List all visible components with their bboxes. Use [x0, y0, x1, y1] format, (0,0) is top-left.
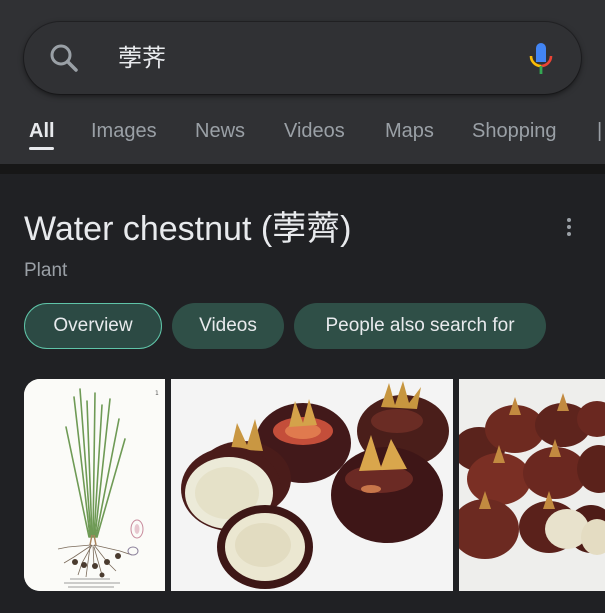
knowledge-panel-subtitle: Plant	[24, 260, 68, 281]
tab-maps[interactable]: Maps	[385, 118, 434, 144]
water-chestnut-halves-image[interactable]	[171, 379, 453, 591]
active-tab-indicator	[29, 147, 54, 150]
header-divider	[0, 164, 605, 174]
more-options-icon[interactable]	[560, 212, 578, 242]
chip-overview[interactable]: Overview	[24, 303, 162, 349]
chip-people-also-search-for[interactable]: People also search for	[294, 303, 546, 349]
image-carousel[interactable]: 1	[24, 379, 605, 591]
search-header: All Images News Videos Maps Shopping |	[0, 0, 605, 164]
tab-overflow-edge: |	[597, 120, 603, 142]
svg-text:1: 1	[155, 390, 159, 397]
tab-all[interactable]: All	[29, 118, 55, 144]
tab-videos[interactable]: Videos	[284, 118, 345, 144]
microphone-icon[interactable]	[527, 42, 555, 76]
search-input[interactable]	[118, 40, 518, 76]
knowledge-panel-title: Water chestnut (荸薺)	[24, 210, 352, 248]
chip-videos[interactable]: Videos	[172, 303, 284, 349]
botanical-illustration-image[interactable]: 1	[24, 379, 165, 591]
search-bar[interactable]	[24, 22, 581, 94]
tab-shopping[interactable]: Shopping	[472, 118, 557, 144]
tab-images[interactable]: Images	[91, 118, 157, 144]
tab-news[interactable]: News	[195, 118, 245, 144]
search-icon[interactable]	[48, 42, 80, 74]
search-tabs: All Images News Videos Maps Shopping |	[0, 110, 605, 156]
water-chestnut-pile-image[interactable]	[459, 379, 605, 591]
